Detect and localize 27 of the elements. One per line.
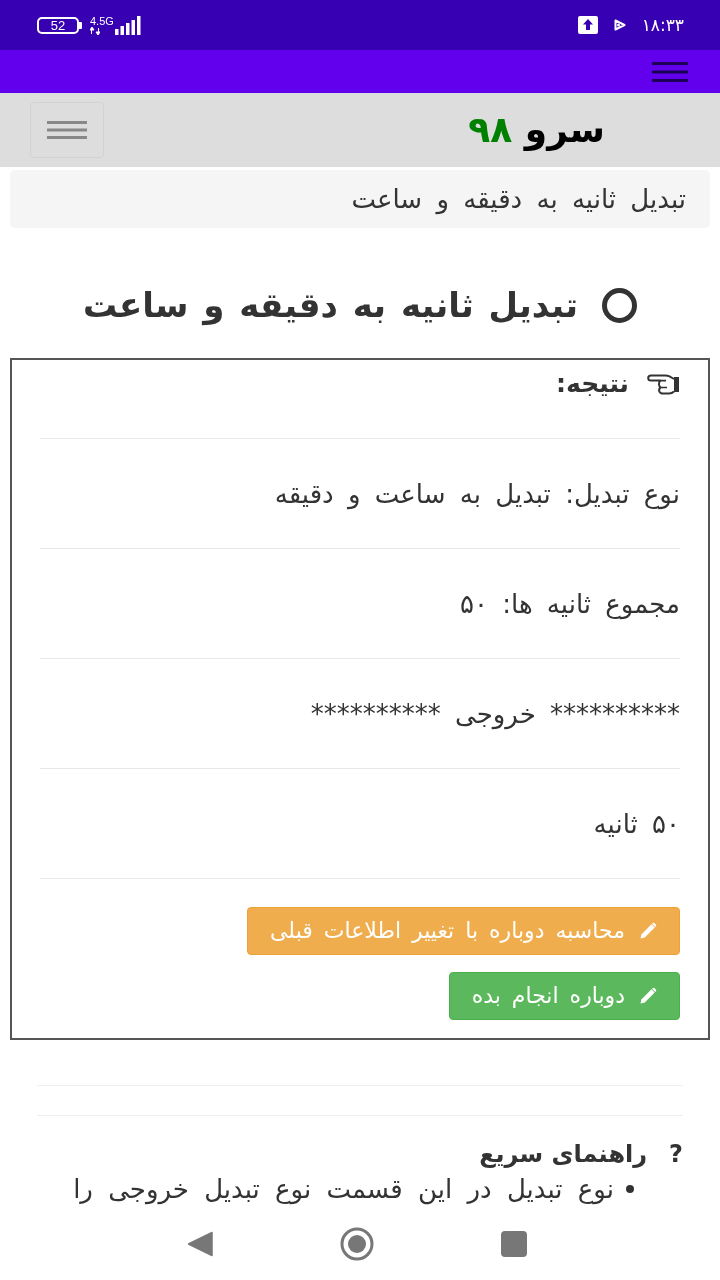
battery-indicator: 52 bbox=[37, 16, 82, 34]
data-arrows-icon bbox=[90, 27, 100, 35]
pencil-icon bbox=[639, 922, 657, 940]
upload-icon bbox=[577, 16, 598, 34]
result-text: ۵۰ ثانیه bbox=[593, 807, 680, 840]
pencil-icon bbox=[639, 987, 657, 1005]
bullet-icon bbox=[626, 1185, 634, 1193]
result-heading: نتیجه: bbox=[556, 368, 629, 400]
menu-icon[interactable] bbox=[652, 61, 688, 82]
network-type-label: 4.5G bbox=[90, 15, 114, 27]
result-text: مجموع ثانیه ها: ۵۰ bbox=[460, 587, 680, 620]
back-icon[interactable] bbox=[187, 1230, 213, 1257]
help-text: نوع تبدیل در این قسمت نوع تبدیل خروجی را bbox=[73, 1174, 614, 1204]
page-title: تبدیل ثانیه به دقیقه و ساعت bbox=[83, 284, 578, 327]
menu-icon bbox=[47, 121, 87, 139]
home-icon[interactable] bbox=[340, 1226, 374, 1261]
menu-button[interactable] bbox=[30, 102, 104, 158]
clock-time: ۱۸:۳۳ bbox=[641, 16, 684, 34]
question-mark-icon: ? bbox=[669, 1138, 683, 1170]
result-text: ********** خروجی ********** bbox=[310, 697, 680, 730]
signal-icon bbox=[114, 16, 141, 35]
play-icon bbox=[613, 19, 626, 31]
breadcrumb-item[interactable]: تبدیل ثانیه به دقیقه و ساعت bbox=[351, 183, 686, 215]
result-text: نوع تبدیل: تبدیل به ساعت و دقیقه bbox=[274, 477, 680, 510]
recent-apps-icon[interactable] bbox=[501, 1230, 527, 1257]
pointing-hand-icon bbox=[647, 372, 680, 396]
help-heading: راهنمای سریع bbox=[479, 1139, 648, 1170]
